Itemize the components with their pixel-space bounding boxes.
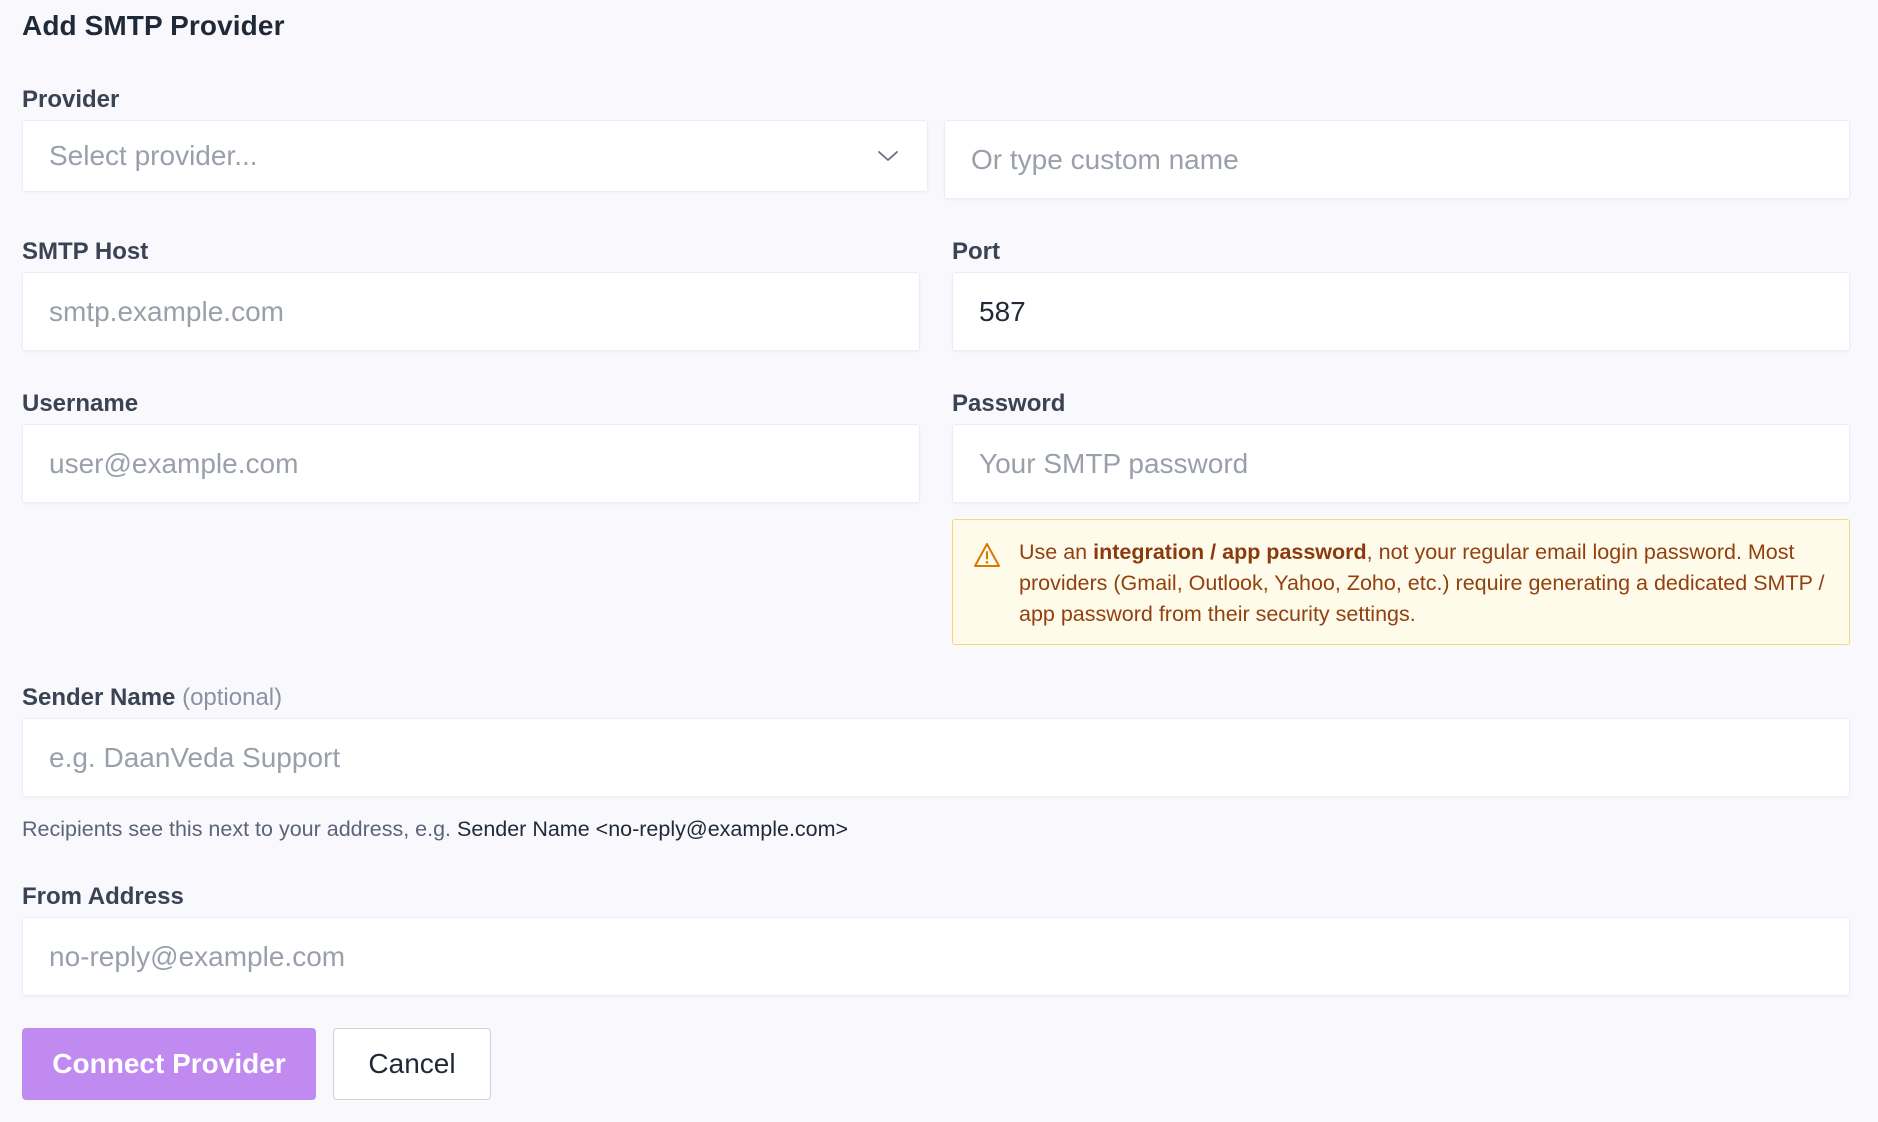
from-address-input[interactable]	[23, 918, 1849, 995]
provider-select[interactable]: Select provider...	[22, 120, 928, 192]
warning-text: Use an integration / app password, not y…	[1019, 537, 1829, 630]
custom-provider-input[interactable]	[945, 121, 1849, 198]
smtp-host-input[interactable]	[23, 273, 919, 350]
from-address-label: From Address	[22, 883, 184, 910]
sender-name-label-text: Sender Name	[22, 684, 176, 711]
smtp-host-field[interactable]	[22, 272, 920, 351]
hint-example: Sender Name <no-reply@example.com>	[457, 817, 849, 841]
optional-tag: (optional)	[182, 684, 283, 711]
from-address-field[interactable]	[22, 917, 1850, 996]
hint-prefix: Recipients see this next to your address…	[22, 817, 458, 841]
port-label: Port	[952, 238, 1000, 265]
warning-text-bold: integration / app password	[1093, 540, 1367, 564]
provider-label: Provider	[22, 86, 120, 113]
password-field[interactable]	[952, 424, 1850, 503]
sender-name-field[interactable]	[22, 718, 1850, 797]
custom-provider-field[interactable]	[944, 120, 1850, 199]
provider-select-value: Select provider...	[49, 140, 258, 171]
smtp-host-label: SMTP Host	[22, 238, 149, 265]
app-password-warning: Use an integration / app password, not y…	[952, 519, 1850, 645]
sender-name-hint: Recipients see this next to your address…	[22, 817, 848, 842]
page-title: Add SMTP Provider	[22, 10, 285, 41]
password-label: Password	[952, 390, 1066, 417]
port-input[interactable]	[953, 273, 1849, 350]
warning-triangle-icon	[974, 543, 1000, 567]
warning-text-prefix: Use an	[1019, 540, 1094, 564]
username-field[interactable]	[22, 424, 920, 503]
username-label: Username	[22, 390, 139, 417]
password-input[interactable]	[953, 425, 1849, 502]
sender-name-label: Sender Name (optional)	[22, 684, 282, 712]
connect-provider-button[interactable]: Connect Provider	[22, 1028, 316, 1100]
cancel-button[interactable]: Cancel	[333, 1028, 491, 1100]
username-input[interactable]	[23, 425, 919, 502]
sender-name-input[interactable]	[23, 719, 1849, 796]
port-field[interactable]	[952, 272, 1850, 351]
chevron-down-icon	[878, 151, 898, 161]
